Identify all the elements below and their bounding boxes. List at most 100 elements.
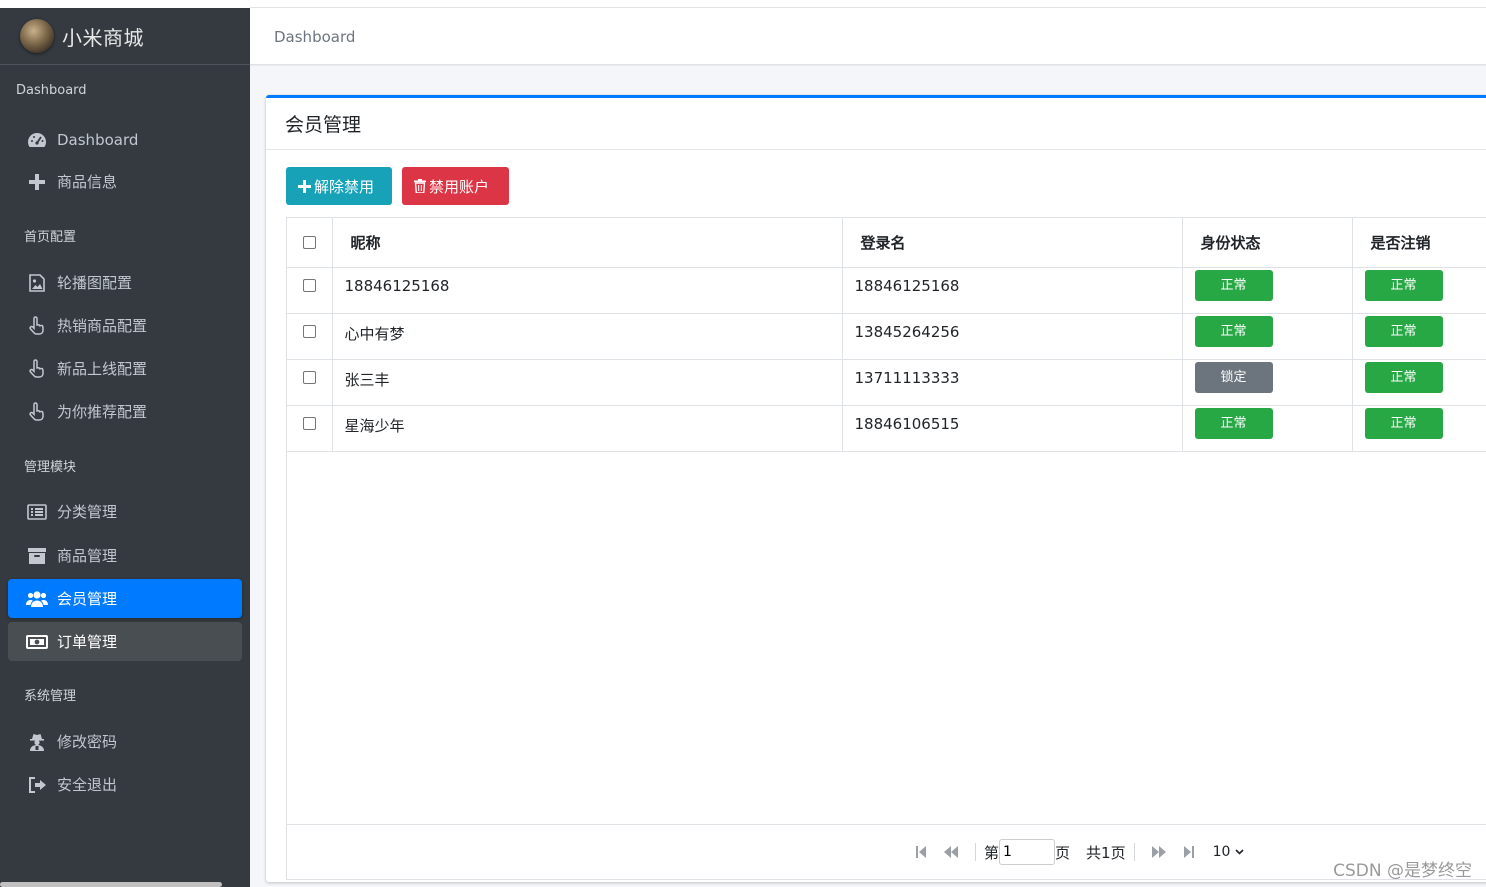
total-pages: 共1页 xyxy=(1086,843,1126,862)
page-size-select[interactable]: 10 xyxy=(1213,844,1245,860)
cell-deleted: 正常 xyxy=(1352,267,1486,314)
last-page-icon[interactable] xyxy=(1183,845,1195,859)
sidebar-scrollbar[interactable] xyxy=(0,882,222,887)
brand-link[interactable]: 小米商城 xyxy=(0,8,250,65)
row-select-cell xyxy=(287,313,333,360)
status-badge: 正常 xyxy=(1194,315,1273,347)
sidebar-item-product-info[interactable]: 商品信息 xyxy=(8,162,242,201)
nav-header-dashboard: Dashboard xyxy=(16,83,87,98)
cell-deleted: 正常 xyxy=(1352,405,1486,452)
archive-icon xyxy=(26,547,48,565)
users-icon xyxy=(26,590,48,608)
sidebar-item-logout[interactable]: 安全退出 xyxy=(8,765,242,804)
next-page-icon[interactable] xyxy=(1151,845,1167,859)
brand-avatar xyxy=(20,19,54,53)
deleted-badge: 正常 xyxy=(1364,361,1443,393)
cell-deleted: 正常 xyxy=(1352,359,1486,406)
cell-status: 正常 xyxy=(1182,405,1353,452)
page-prefix: 第 xyxy=(984,843,1000,862)
sidebar-item-hot-products[interactable]: 热销商品配置 xyxy=(8,306,242,345)
cell-deleted: 正常 xyxy=(1352,313,1486,360)
pagination: 第 页 共1页 10 xyxy=(907,839,1244,865)
sidebar-item-products[interactable]: 商品管理 xyxy=(8,536,242,575)
status-badge: 正常 xyxy=(1194,269,1273,301)
cell-nickname: 心中有梦 xyxy=(332,313,843,360)
cell-nickname: 星海少年 xyxy=(332,405,843,452)
topbar-divider xyxy=(250,7,1486,8)
member-grid: 昵称 登录名 身份状态 是否注销 18846125168 18846125168… xyxy=(286,217,1486,880)
trash-icon xyxy=(414,179,426,193)
ban-account-button-label: 禁用账户 xyxy=(429,178,490,196)
page-title: 会员管理 xyxy=(285,114,362,136)
sidebar-item-label: 安全退出 xyxy=(57,776,118,794)
column-header-deleted[interactable]: 是否注销 xyxy=(1352,218,1486,268)
pagination-bar: 第 页 共1页 10 xyxy=(287,824,1486,879)
sidebar-item-recommend[interactable]: 为你推荐配置 xyxy=(8,392,242,431)
watermark: CSDN @是梦终空 xyxy=(1333,861,1472,881)
sidebar-item-carousel[interactable]: 轮播图配置 xyxy=(8,263,242,302)
column-header-login[interactable]: 登录名 xyxy=(842,218,1183,268)
plus-icon xyxy=(26,173,48,191)
hand-pointer-icon xyxy=(26,358,48,378)
sidebar-item-dashboard[interactable]: Dashboard xyxy=(8,120,242,159)
sidebar-item-label: 商品管理 xyxy=(57,547,118,565)
prev-page-icon[interactable] xyxy=(943,845,959,859)
sidebar-item-label: 修改密码 xyxy=(57,733,118,751)
status-badge: 锁定 xyxy=(1194,361,1273,393)
unban-button[interactable]: 解除禁用 xyxy=(286,167,392,205)
nav-header-management: 管理模块 xyxy=(24,460,77,475)
sidebar-item-label: 热销商品配置 xyxy=(57,317,148,335)
ban-account-button[interactable]: 禁用账户 xyxy=(402,167,509,205)
brand-name: 小米商城 xyxy=(62,25,144,50)
row-checkbox[interactable] xyxy=(302,324,316,338)
sidebar-item-label: Dashboard xyxy=(57,130,139,149)
sidebar-item-change-password[interactable]: 修改密码 xyxy=(8,722,242,761)
deleted-badge: 正常 xyxy=(1364,407,1443,439)
sidebar-item-members[interactable]: 会员管理 xyxy=(8,579,242,618)
cell-nickname: 张三丰 xyxy=(332,359,843,406)
user-secret-icon xyxy=(26,733,48,751)
sidebar-item-categories[interactable]: 分类管理 xyxy=(8,492,242,531)
select-all-checkbox[interactable] xyxy=(302,235,316,249)
breadcrumb[interactable]: Dashboard xyxy=(274,28,355,46)
table-row[interactable]: 18846125168 18846125168 正常 正常 xyxy=(287,267,1486,314)
member-card: 会员管理 解除禁用 禁用账户 昵称 登录名 身份状态 是否注销 18846125… xyxy=(266,95,1486,882)
sidebar-item-orders[interactable]: 订单管理 xyxy=(8,622,242,661)
nav-header-system: 系统管理 xyxy=(24,689,77,704)
deleted-badge: 正常 xyxy=(1364,315,1443,347)
row-select-cell xyxy=(287,405,333,452)
sidebar-item-label: 商品信息 xyxy=(57,173,118,191)
table-row[interactable]: 张三丰 13711113333 锁定 正常 xyxy=(287,359,1486,406)
column-header-nickname[interactable]: 昵称 xyxy=(332,218,843,268)
row-checkbox[interactable] xyxy=(302,416,316,430)
table-row[interactable]: 心中有梦 13845264256 正常 正常 xyxy=(287,313,1486,360)
sidebar-item-label: 新品上线配置 xyxy=(57,360,148,378)
deleted-badge: 正常 xyxy=(1364,269,1443,301)
first-page-icon[interactable] xyxy=(915,845,927,859)
row-checkbox[interactable] xyxy=(302,278,316,292)
column-header-status[interactable]: 身份状态 xyxy=(1182,218,1353,268)
table-header-row: 昵称 登录名 身份状态 是否注销 xyxy=(287,218,1486,268)
pager-separator xyxy=(975,843,976,861)
sidebar-item-label: 会员管理 xyxy=(57,590,118,608)
sidebar: 小米商城 Dashboard Dashboard 商品信息 首页配置 轮播图配置… xyxy=(0,0,250,887)
unban-button-label: 解除禁用 xyxy=(314,178,375,196)
hand-pointer-icon xyxy=(26,315,48,335)
cell-login: 18846125168 xyxy=(842,267,1183,314)
cell-login: 13711113333 xyxy=(842,359,1183,406)
cell-status: 正常 xyxy=(1182,313,1353,360)
table-row[interactable]: 星海少年 18846106515 正常 正常 xyxy=(287,405,1486,452)
row-checkbox[interactable] xyxy=(302,370,316,384)
list-icon xyxy=(26,503,48,521)
sidebar-item-label: 订单管理 xyxy=(57,633,118,651)
chevron-down-icon xyxy=(1235,849,1244,855)
sidebar-item-new-products[interactable]: 新品上线配置 xyxy=(8,349,242,388)
cell-login: 13845264256 xyxy=(842,313,1183,360)
member-table: 昵称 登录名 身份状态 是否注销 18846125168 18846125168… xyxy=(287,218,1486,452)
sidebar-item-label: 分类管理 xyxy=(57,503,118,521)
page-number-input[interactable] xyxy=(999,839,1056,865)
sidebar-item-label: 为你推荐配置 xyxy=(57,403,148,421)
select-all-cell xyxy=(287,218,333,268)
cell-status: 正常 xyxy=(1182,267,1353,314)
top-navbar: Dashboard xyxy=(250,0,1486,65)
